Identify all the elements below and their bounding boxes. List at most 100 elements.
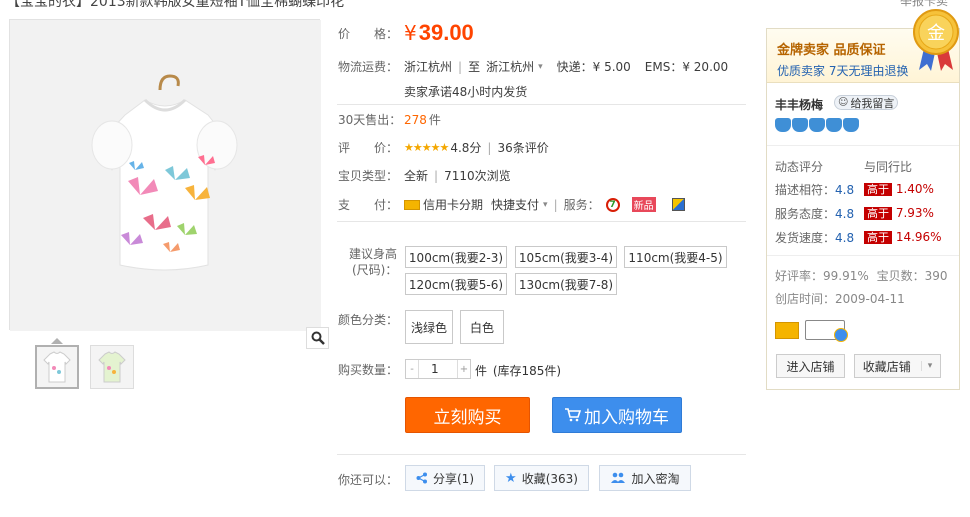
crown-icon	[792, 118, 808, 132]
higher-badge: 高于	[864, 231, 892, 244]
payment-label: 支 付：	[338, 198, 399, 212]
item-title: 【宝宝的衣】2013新款韩版女童短袖T恤全棉蝴蝶印花	[6, 0, 345, 10]
credit-installment[interactable]: 信用卡分期	[423, 196, 483, 213]
score-compare: 高于 7.93%	[864, 205, 934, 221]
sales-row: 30天售出： 278 件	[338, 111, 441, 128]
quantity-input[interactable]: 1	[418, 360, 458, 378]
quantity-minus-button[interactable]: -	[406, 360, 418, 378]
crown-icon	[826, 118, 842, 132]
size-option[interactable]: 100cm(我要2-3)	[405, 246, 507, 268]
size-option[interactable]: 110cm(我要4-5)	[624, 246, 727, 268]
divider	[337, 221, 746, 222]
sales-unit: 件	[428, 113, 441, 127]
rating-score: 4.8分	[450, 141, 482, 155]
chat-icon: ☺	[838, 97, 849, 108]
rating-row: 评 价： ★★★★★ 4.8分 | 36条评价	[338, 139, 549, 156]
shipping-to-select[interactable]: 浙江杭州	[486, 58, 534, 75]
ems-fee: EMS：¥ 20.00	[644, 60, 729, 74]
quick-pay[interactable]: 快捷支付	[491, 196, 539, 213]
join-mitao-button[interactable]: 加入密淘	[599, 465, 691, 491]
chevron-down-icon[interactable]: ▾	[920, 361, 932, 371]
shop-name[interactable]: 丰丰杨梅	[775, 96, 823, 113]
share-button[interactable]: 分享(1)	[405, 465, 485, 491]
compare-label: 与同行比	[864, 160, 913, 174]
size-option[interactable]: 130cm(我要7-8)	[515, 273, 617, 295]
divider: |	[434, 168, 439, 183]
add-to-cart-label: 加入购物车	[584, 407, 669, 428]
guarantee-icon[interactable]	[671, 198, 685, 211]
credit-card-icon	[404, 199, 420, 210]
color-option-white[interactable]: 白色	[460, 310, 504, 344]
higher-badge: 高于	[864, 207, 892, 220]
quantity-plus-button[interactable]: +	[458, 360, 470, 378]
color-label: 颜色分类：	[338, 313, 399, 327]
chevron-down-icon[interactable]: ▾	[543, 200, 548, 210]
buy-now-button[interactable]: 立刻购买	[405, 397, 530, 433]
enter-shop-button[interactable]: 进入店铺	[776, 354, 845, 378]
size-option[interactable]: 120cm(我要5-6)	[405, 273, 507, 295]
thumbnail-image	[98, 351, 126, 383]
share-icon	[416, 472, 427, 484]
divider	[337, 454, 746, 455]
score-value: 4.8	[835, 207, 855, 221]
shop-stats: 好评率：99.91% 宝贝数：390	[775, 267, 948, 284]
price-currency: ¥	[404, 21, 417, 45]
good-rate: 好评率：99.91%	[775, 269, 869, 283]
score-row: 发货速度：4.8	[775, 229, 854, 246]
favorite-shop-label: 收藏店铺	[862, 359, 911, 374]
color-option-light-green[interactable]: 浅绿色	[405, 310, 453, 344]
rating-label: 评 价：	[338, 141, 399, 155]
thumbnail-green[interactable]	[90, 345, 134, 389]
score-value: 4.8	[835, 231, 855, 245]
join-mitao-label: 加入密淘	[631, 471, 680, 486]
crown-icon	[775, 118, 791, 132]
seven-day-return-icon[interactable]: 7	[605, 197, 620, 212]
new-item-badge[interactable]: 新品	[631, 197, 656, 212]
divider	[337, 104, 746, 105]
sales-count: 278	[404, 112, 427, 127]
star-icon: ★	[505, 470, 517, 486]
score-value: 4.8	[835, 183, 855, 197]
divider: |	[458, 59, 463, 74]
size-option[interactable]: 105cm(我要3-4)	[515, 246, 617, 268]
gold-medal-icon: 金	[913, 9, 959, 71]
chevron-down-icon[interactable]: ▾	[538, 62, 543, 72]
medal-text: 金	[927, 23, 945, 44]
crown-icon	[843, 118, 859, 132]
quantity-stepper[interactable]: - 1 +	[405, 359, 471, 379]
score-label: 描述相符：	[775, 183, 836, 197]
service-label: 服务：	[563, 198, 600, 212]
divider	[767, 145, 959, 146]
score-label: 发货速度：	[775, 231, 836, 245]
reviews-link[interactable]: 36条评价	[497, 139, 548, 156]
quantity-label: 购买数量：	[338, 363, 399, 377]
tshirt-image	[10, 20, 321, 331]
zoom-icon[interactable]	[306, 327, 329, 349]
credit-card-icon[interactable]	[775, 321, 799, 339]
quantity-unit: 件	[475, 364, 488, 378]
score-label: 服务态度：	[775, 207, 836, 221]
seller-crowns	[775, 118, 859, 132]
sales-label: 30天售出：	[338, 113, 402, 127]
divider	[767, 255, 959, 256]
crown-icon	[809, 118, 825, 132]
divider: |	[487, 140, 492, 155]
size-label: 建议身高 (尺码)：	[349, 246, 397, 278]
dynamic-score-label: 动态评分	[775, 160, 824, 174]
payment-row: 支 付： 信用卡分期 快捷支付 ▾ | 服务： 7 新品	[338, 196, 685, 213]
item-type-value: 全新	[404, 169, 429, 183]
main-product-image[interactable]	[9, 19, 329, 349]
thumbnail-white[interactable]	[35, 345, 79, 389]
message-seller[interactable]: ☺ 给我留言	[834, 95, 899, 110]
price-value: 39.00	[418, 20, 474, 45]
add-to-cart-button[interactable]: 加入购物车	[552, 397, 682, 433]
rating-stars: ★★★★★	[404, 141, 449, 154]
favorite-button[interactable]: ★ 收藏(363)	[494, 465, 589, 491]
stock-count: (库存185件)	[492, 364, 562, 378]
score-compare: 高于 1.40%	[864, 181, 934, 197]
shipping-label: 物流运费：	[338, 60, 399, 74]
consumer-protection-icon[interactable]	[805, 320, 848, 342]
favorite-shop-button[interactable]: 收藏店铺 ▾	[854, 354, 941, 378]
item-type-row: 宝贝类型： 全新 | 7110次浏览	[338, 167, 511, 184]
stock-info: 件 (库存185件)	[475, 362, 561, 379]
